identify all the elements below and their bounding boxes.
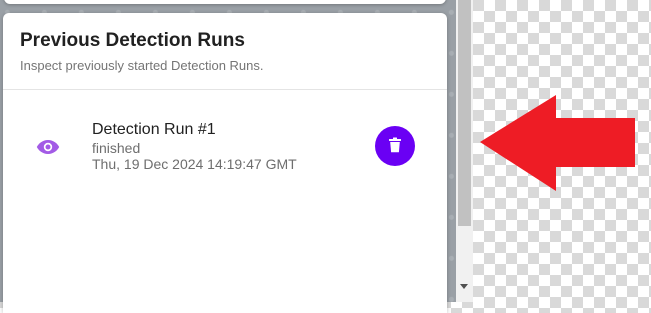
card-header: Previous Detection Runs Inspect previous… <box>3 13 447 74</box>
run-info: Detection Run #1 finished Thu, 19 Dec 20… <box>92 120 297 172</box>
delete-run-button[interactable] <box>375 126 415 166</box>
scrollbar[interactable] <box>456 0 473 302</box>
scrollbar-thumb[interactable] <box>458 0 471 226</box>
trash-icon <box>388 137 402 156</box>
run-date: Thu, 19 Dec 2024 14:19:47 GMT <box>92 156 297 172</box>
previous-detection-runs-card: Previous Detection Runs Inspect previous… <box>3 13 447 313</box>
card-subtitle: Inspect previously started Detection Run… <box>20 58 264 73</box>
card-title: Previous Detection Runs <box>20 30 245 51</box>
list-item: Detection Run #1 finished Thu, 19 Dec 20… <box>3 91 447 201</box>
eye-icon[interactable] <box>36 139 60 155</box>
run-status: finished <box>92 140 141 156</box>
left-arrow-icon <box>480 95 635 191</box>
previous-card-edge <box>4 0 446 4</box>
scroll-down-arrow-icon[interactable] <box>460 284 468 289</box>
run-name: Detection Run #1 <box>92 121 216 138</box>
divider <box>3 89 447 90</box>
